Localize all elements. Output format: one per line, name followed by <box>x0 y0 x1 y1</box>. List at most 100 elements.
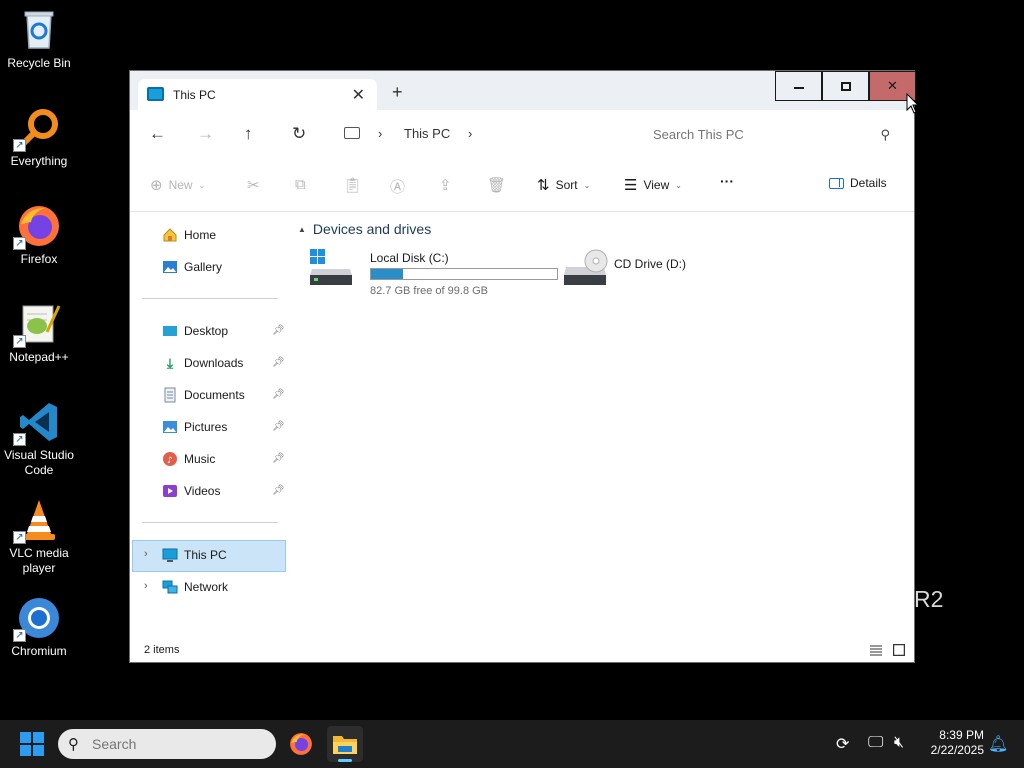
copy-icon: ⧉ <box>295 176 306 193</box>
pin-icon[interactable]: 📌︎ <box>272 453 285 464</box>
group-header-devices[interactable]: ▲ Devices and drives <box>298 221 431 237</box>
trash-icon: 🗑︎ <box>487 177 507 194</box>
up-button[interactable]: ↑ <box>244 124 253 144</box>
pin-icon[interactable]: 📌︎ <box>272 485 285 496</box>
address-bar[interactable]: › This PC › <box>332 118 630 150</box>
share-button[interactable]: ⇪ <box>439 176 452 194</box>
gallery-icon <box>162 259 178 275</box>
back-button[interactable]: ← <box>149 124 166 144</box>
more-options-button[interactable]: ··· <box>720 173 734 189</box>
taskbar-search-input[interactable] <box>92 729 272 759</box>
chevron-down-icon: ⌄ <box>583 180 591 190</box>
tab-this-pc[interactable]: This PC ✕ <box>138 79 377 110</box>
view-button[interactable]: ☰ View ⌄ <box>624 176 682 194</box>
content-pane: ▲ Devices and drives Local Disk (C:) 82.… <box>298 213 914 640</box>
file-explorer-icon <box>333 736 357 754</box>
chevron-down-icon: ⌄ <box>198 180 206 190</box>
nav-item-label: Home <box>184 228 217 242</box>
breadcrumb-this-pc[interactable]: This PC <box>404 126 450 141</box>
nav-item-label: Downloads <box>184 356 244 370</box>
downloads-icon: ⤓ <box>166 355 174 371</box>
title-bar[interactable]: This PC ✕ + ✕ <box>130 71 916 110</box>
notification-bell-icon[interactable]: 🔔︎ <box>988 734 1008 754</box>
desktop-icon-chromium[interactable]: ↗ Chromium <box>4 596 74 659</box>
delete-button[interactable]: 🗑︎ <box>487 176 506 194</box>
drive-cd-d[interactable]: CD Drive (D:) <box>562 247 702 293</box>
clock-date: 2/22/2025 <box>930 743 984 757</box>
search-input[interactable] <box>638 118 904 150</box>
pin-icon[interactable]: 📌︎ <box>272 357 285 368</box>
clock-time: 8:39 PM <box>939 728 984 742</box>
breadcrumb-chevron-icon[interactable]: › <box>468 126 472 141</box>
taskbar: ⚲ ⟳ 🖵︎ 🔇︎ 8:39 PM 2/22/2025 🔔︎ <box>0 720 1024 768</box>
nav-item-label: Videos <box>184 484 221 498</box>
start-button[interactable] <box>20 732 44 756</box>
taskbar-search-box[interactable]: ⚲ <box>58 729 276 759</box>
desktop-icon-everything[interactable]: ↗ Everything <box>4 106 74 169</box>
system-clock[interactable]: 8:39 PM 2/22/2025 <box>912 728 984 758</box>
nav-item-gallery[interactable]: Gallery <box>162 255 222 279</box>
firefox-icon: ↗ <box>13 204 61 250</box>
refresh-button[interactable]: ↻ <box>292 124 306 144</box>
network-status-icon[interactable]: 🖵︎ <box>868 734 883 752</box>
nav-item-network[interactable]: Network <box>162 575 228 599</box>
pin-icon[interactable]: 📌︎ <box>272 421 285 432</box>
nav-item-label: Gallery <box>184 260 223 274</box>
expand-chevron-icon[interactable]: › <box>144 548 148 560</box>
new-button[interactable]: ⊕ New ⌄ <box>150 176 205 194</box>
paste-button[interactable]: 📋︎ <box>343 176 362 194</box>
volume-muted-icon[interactable]: 🔇︎ <box>894 734 904 752</box>
nav-item-videos[interactable]: Videos <box>162 479 220 503</box>
cut-button[interactable]: ✂ <box>247 176 260 194</box>
desktop-icon-label: Visual Studio Code <box>4 448 74 477</box>
drive-local-disk-c[interactable]: Local Disk (C:) 82.7 GB free of 99.8 GB <box>308 247 568 297</box>
desktop-icon-firefox[interactable]: ↗ Firefox <box>4 204 74 267</box>
this-pc-icon <box>344 127 360 139</box>
desktop-icon-vlc[interactable]: ↗ VLC media player <box>4 498 74 576</box>
nav-item-label: Desktop <box>184 324 229 338</box>
nav-item-documents[interactable]: Documents <box>162 383 245 407</box>
minimize-button[interactable] <box>775 71 822 101</box>
desktop-icon-notepad-plus-plus[interactable]: ↗ Notepad++ <box>4 302 74 365</box>
nav-item-desktop[interactable]: Desktop <box>162 319 228 343</box>
nav-item-home[interactable]: Home <box>162 223 216 247</box>
details-pane-button[interactable]: Details <box>829 176 887 190</box>
details-view-icon[interactable] <box>870 644 882 656</box>
maximize-button[interactable] <box>822 71 869 101</box>
large-icons-view-icon[interactable] <box>892 643 906 657</box>
desktop-icon-label: Firefox <box>20 252 58 266</box>
everything-search-icon: ↗ <box>13 106 61 152</box>
drive-usage-bar <box>370 268 558 280</box>
breadcrumb-chevron-icon[interactable]: › <box>378 126 382 141</box>
forward-button[interactable]: → <box>197 124 214 144</box>
search-icon: ⚲ <box>880 127 890 142</box>
tab-close-icon[interactable]: ✕ <box>352 85 365 105</box>
mouse-cursor-icon <box>906 92 920 118</box>
shortcut-arrow-icon: ↗ <box>13 335 26 348</box>
drive-free-space: 82.7 GB free of 99.8 GB <box>370 285 489 297</box>
desktop-icon-label: Notepad++ <box>9 350 69 364</box>
desktop-icon-vscode[interactable]: ↗ Visual Studio Code <box>4 400 74 478</box>
nav-separator <box>142 298 278 299</box>
nav-separator <box>142 522 278 523</box>
nav-item-pictures[interactable]: Pictures <box>162 415 227 439</box>
this-pc-icon <box>147 87 164 101</box>
minimize-icon <box>793 87 804 89</box>
new-tab-button[interactable]: + <box>392 83 403 101</box>
search-box[interactable]: ⚲ <box>638 118 904 150</box>
copy-button[interactable]: ⧉ <box>295 176 306 193</box>
pin-icon[interactable]: 📌︎ <box>272 389 285 400</box>
taskbar-firefox-button[interactable] <box>283 726 319 762</box>
taskbar-file-explorer-button[interactable] <box>327 726 363 762</box>
view-list-icon: ☰ <box>624 177 638 194</box>
drive-name: Local Disk (C:) <box>370 251 449 265</box>
nav-item-this-pc[interactable]: This PC <box>162 543 227 567</box>
expand-chevron-icon[interactable]: › <box>144 580 148 592</box>
desktop-icon-recycle-bin[interactable]: Recycle Bin <box>4 8 74 71</box>
sort-button[interactable]: ⇅ Sort ⌄ <box>537 176 590 194</box>
nav-item-music[interactable]: ♪ Music <box>162 447 215 471</box>
update-sync-icon[interactable]: ⟳ <box>836 734 849 754</box>
rename-button[interactable]: Ⓐ <box>390 176 405 197</box>
pin-icon[interactable]: 📌︎ <box>272 325 285 336</box>
nav-item-downloads[interactable]: ⤓ Downloads <box>162 351 243 375</box>
